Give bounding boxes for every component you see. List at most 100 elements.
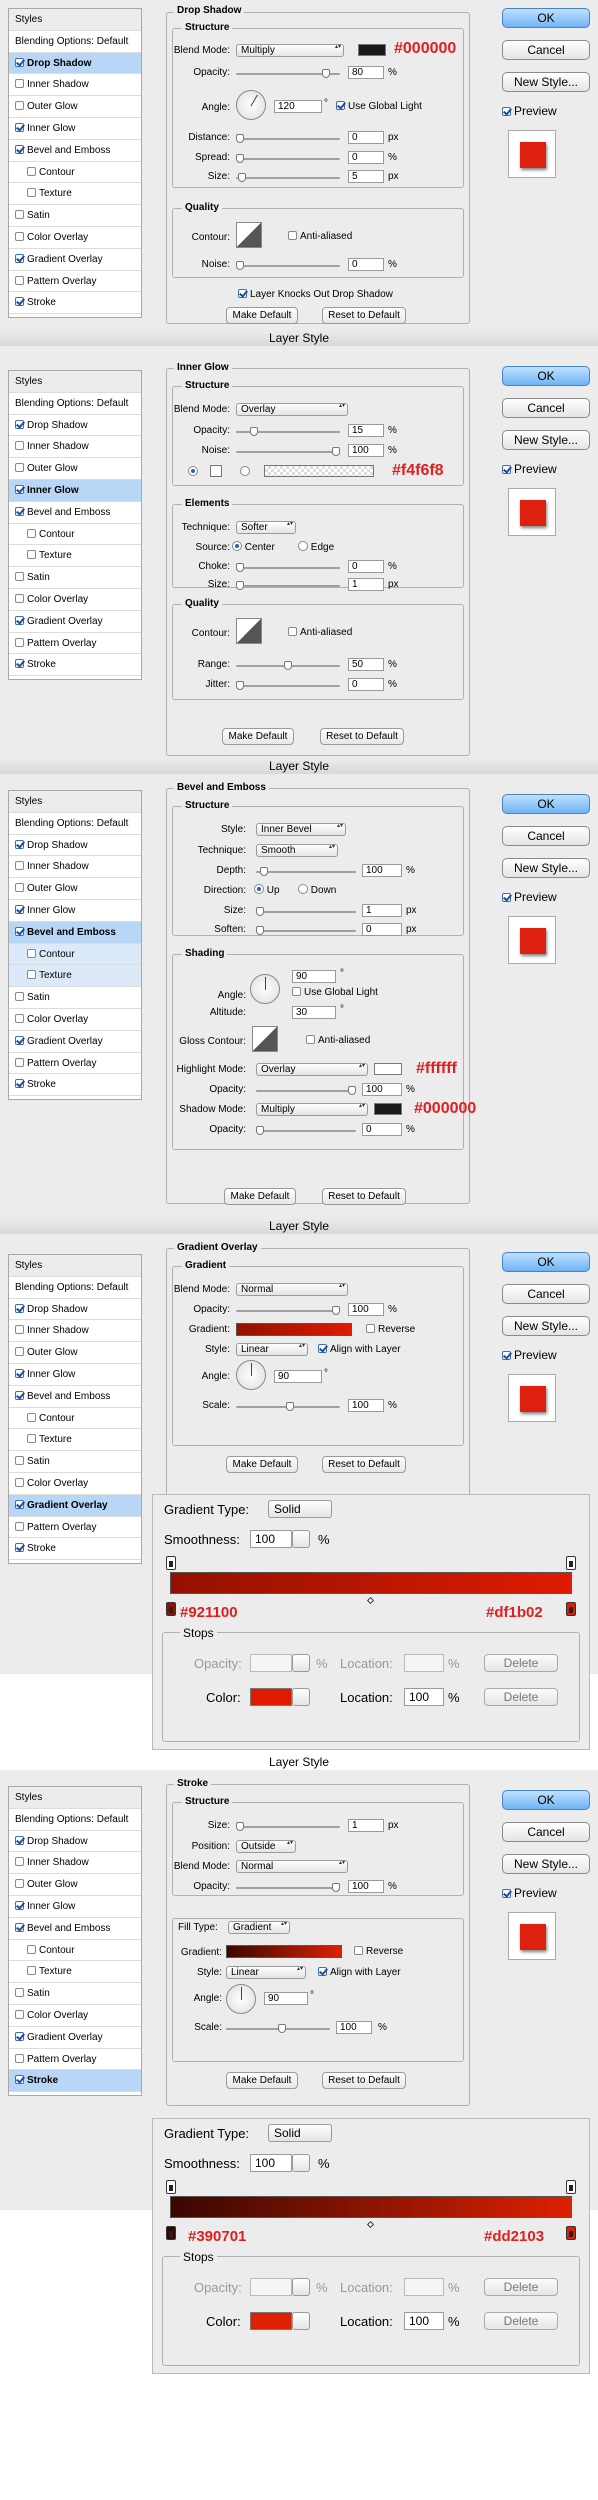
style-bevel[interactable]: Bevel and Emboss: [9, 1386, 141, 1408]
angle-dial[interactable]: [250, 974, 280, 1004]
opacity-input[interactable]: 100: [348, 1303, 384, 1316]
checkbox[interactable]: [15, 1013, 24, 1023]
checkbox[interactable]: [502, 107, 511, 116]
style-texture[interactable]: Texture: [9, 965, 141, 988]
size-input[interactable]: 1: [348, 1819, 384, 1832]
position-select[interactable]: Outside: [236, 1840, 296, 1853]
anti-aliased-checkbox[interactable]: Anti-aliased: [288, 627, 352, 638]
delete-button[interactable]: Delete: [484, 1688, 558, 1706]
opacity-slider[interactable]: [236, 427, 340, 436]
ok-button[interactable]: OK: [502, 1790, 590, 1810]
styles-header[interactable]: Styles: [9, 791, 141, 813]
scale-slider[interactable]: [226, 2024, 330, 2033]
soften-input[interactable]: 0: [362, 923, 402, 936]
style-pattern-overlay[interactable]: Pattern Overlay: [9, 633, 141, 655]
global-light-checkbox[interactable]: Use Global Light: [292, 987, 378, 998]
cancel-button[interactable]: Cancel: [502, 40, 590, 60]
checkbox[interactable]: [15, 1390, 24, 1400]
spread-slider[interactable]: [236, 154, 340, 163]
radio-button[interactable]: [298, 884, 308, 894]
gloss-contour-preview[interactable]: [252, 1026, 278, 1052]
slider-knob[interactable]: [278, 2024, 286, 2033]
stop-location-input[interactable]: [404, 1654, 444, 1672]
style-outer-glow[interactable]: Outer Glow: [9, 458, 141, 480]
new-style-button[interactable]: New Style...: [502, 1854, 590, 1874]
slider-knob[interactable]: [322, 69, 330, 78]
checkbox[interactable]: [366, 1324, 375, 1333]
checkbox[interactable]: [15, 463, 24, 473]
fill-type-select[interactable]: Gradient: [228, 1921, 290, 1934]
style-gradient-overlay[interactable]: Gradient Overlay: [9, 249, 141, 271]
technique-select[interactable]: Smooth: [256, 844, 338, 857]
align-layer-checkbox[interactable]: Align with Layer: [318, 1967, 401, 1978]
preview-checkbox[interactable]: Preview: [502, 462, 557, 476]
size-slider[interactable]: [256, 907, 356, 916]
color-location-input[interactable]: 100: [404, 1688, 444, 1706]
checkbox[interactable]: [15, 144, 24, 154]
style-inner-glow[interactable]: Inner Glow: [9, 1896, 141, 1918]
style-outer-glow[interactable]: Outer Glow: [9, 878, 141, 900]
checkbox[interactable]: [15, 1499, 24, 1509]
checkbox[interactable]: [15, 615, 24, 625]
style-blending[interactable]: Blending Options: Default: [9, 813, 141, 835]
new-style-button[interactable]: New Style...: [502, 858, 590, 878]
style-color-overlay[interactable]: Color Overlay: [9, 227, 141, 249]
style-contour[interactable]: Contour: [9, 524, 141, 546]
style-stroke[interactable]: Stroke: [9, 2070, 141, 2093]
gradient-bar[interactable]: [170, 1572, 572, 1594]
style-bevel[interactable]: Bevel and Emboss: [9, 140, 141, 162]
blend-mode-select[interactable]: Multiply: [236, 44, 344, 57]
slider-knob[interactable]: [238, 173, 246, 182]
checkbox[interactable]: [27, 1944, 36, 1954]
smoothness-input[interactable]: 100: [250, 1530, 292, 1548]
checkbox[interactable]: [15, 79, 24, 89]
slider-knob[interactable]: [286, 1402, 294, 1411]
style-blending[interactable]: Blending Options: Default: [9, 393, 141, 415]
jitter-input[interactable]: 0: [348, 678, 384, 691]
opacity-stop-left[interactable]: [166, 1556, 176, 1570]
checkbox[interactable]: [15, 992, 24, 1002]
checkbox[interactable]: [15, 637, 24, 647]
slider-knob[interactable]: [260, 867, 268, 876]
checkbox[interactable]: [15, 1325, 24, 1335]
style-satin[interactable]: Satin: [9, 1451, 141, 1473]
style-satin[interactable]: Satin: [9, 1983, 141, 2005]
jitter-slider[interactable]: [236, 681, 340, 690]
style-color-overlay[interactable]: Color Overlay: [9, 1473, 141, 1495]
checkbox[interactable]: [502, 893, 511, 902]
slider-knob[interactable]: [250, 427, 258, 436]
contour-preview[interactable]: [236, 618, 262, 644]
stop-opacity-dropdown[interactable]: [292, 1654, 310, 1672]
radio-button[interactable]: [232, 541, 242, 551]
checkbox[interactable]: [15, 101, 24, 111]
opacity-input[interactable]: 100: [348, 1880, 384, 1893]
slider-knob[interactable]: [236, 154, 244, 163]
reverse-checkbox[interactable]: Reverse: [366, 1324, 415, 1335]
make-default-button[interactable]: Make Default: [222, 728, 294, 745]
global-light-checkbox[interactable]: Use Global Light: [336, 101, 422, 112]
spread-input[interactable]: 0: [348, 151, 384, 164]
reset-default-button[interactable]: Reset to Default: [320, 728, 404, 745]
styles-header[interactable]: Styles: [9, 9, 141, 31]
new-style-button[interactable]: New Style...: [502, 430, 590, 450]
glow-gradient-swatch[interactable]: [264, 465, 374, 477]
style-stroke[interactable]: Stroke: [9, 1538, 141, 1561]
checkbox[interactable]: [15, 57, 24, 67]
checkbox[interactable]: [27, 188, 36, 198]
reset-default-button[interactable]: Reset to Default: [322, 2072, 406, 2089]
opacity-stop-right[interactable]: [566, 2180, 576, 2194]
style-texture[interactable]: Texture: [9, 1429, 141, 1452]
checkbox[interactable]: [15, 883, 24, 893]
color-stop-left[interactable]: [166, 1602, 176, 1616]
size-slider[interactable]: [236, 173, 340, 182]
new-style-button[interactable]: New Style...: [502, 72, 590, 92]
contour-preview[interactable]: [236, 222, 262, 248]
make-default-button[interactable]: Make Default: [226, 307, 298, 324]
style-satin[interactable]: Satin: [9, 567, 141, 589]
checkbox[interactable]: [15, 1835, 24, 1845]
checkbox[interactable]: [15, 659, 24, 669]
style-bevel[interactable]: Bevel and Emboss: [9, 1918, 141, 1940]
style-blending[interactable]: Blending Options: Default: [9, 31, 141, 53]
preview-checkbox[interactable]: Preview: [502, 890, 557, 904]
color-location-input[interactable]: 100: [404, 2312, 444, 2330]
